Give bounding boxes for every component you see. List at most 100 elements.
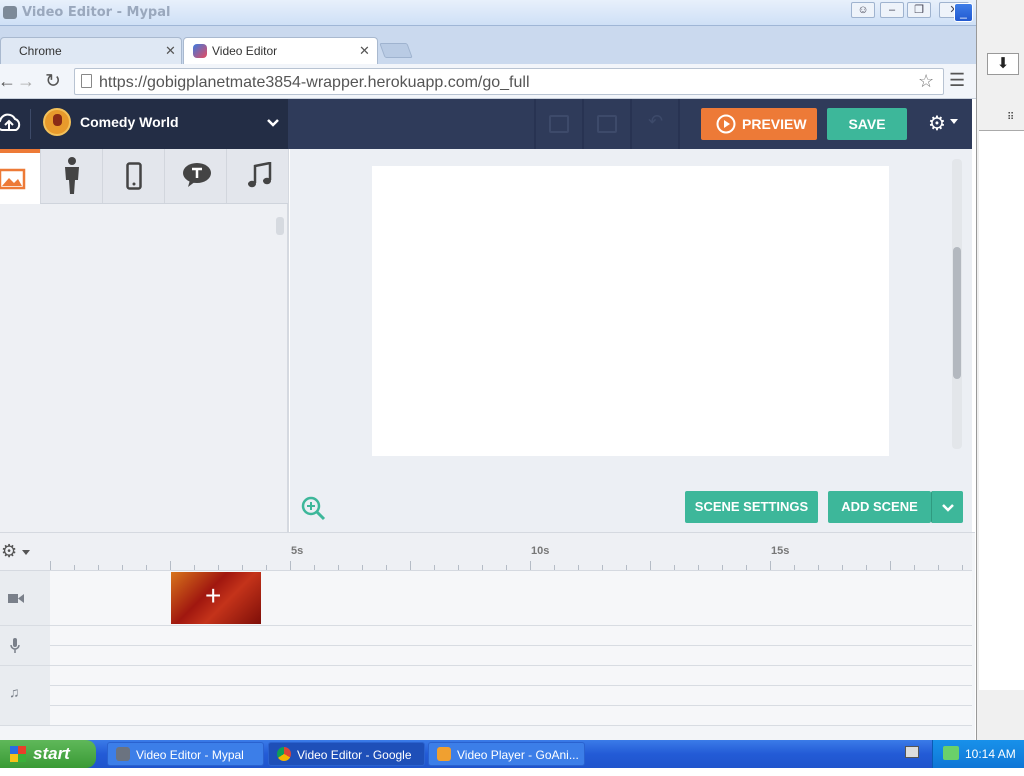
ruler-tick (74, 565, 75, 570)
music-track-3[interactable] (50, 706, 972, 726)
bookmark-star-icon[interactable]: ☆ (918, 71, 934, 92)
ruler-tick (242, 565, 243, 570)
voice-track-2[interactable] (50, 646, 972, 666)
upload-icon[interactable] (0, 111, 22, 135)
tab-backgrounds[interactable] (0, 149, 40, 204)
paste-icon[interactable] (597, 115, 617, 133)
play-icon (716, 114, 736, 134)
taskbar-item-chrome[interactable]: Video Editor - Google ... (268, 742, 425, 776)
music-track-1[interactable] (50, 666, 972, 686)
scene-settings-button[interactable]: SCENE SETTINGS (685, 491, 818, 523)
timeline-ruler[interactable]: 5s 10s 15s (50, 533, 972, 571)
close-icon[interactable]: ✕ (359, 43, 370, 59)
timeline-settings[interactable]: ⚙ (0, 533, 50, 571)
tab-characters[interactable] (40, 149, 102, 203)
prop-icon (126, 162, 142, 190)
music-note-icon: ♫ (9, 684, 20, 700)
divider (630, 99, 632, 149)
video-track[interactable]: + (50, 571, 972, 626)
start-label: start (33, 744, 70, 763)
system-tray: 10:14 AM (932, 740, 1024, 768)
music-track-2[interactable] (50, 686, 972, 706)
add-icon[interactable]: + (205, 582, 221, 610)
ruler-tick (170, 561, 171, 570)
ruler-tick (506, 565, 507, 570)
timeline: ⚙ 5s 10s 15s + ♫ (0, 532, 975, 740)
ruler-tick (794, 565, 795, 570)
gear-icon[interactable]: ⚙ (1, 541, 17, 562)
chevron-down-icon[interactable] (950, 119, 958, 124)
tab-music[interactable] (226, 149, 288, 203)
download-icon[interactable]: ⬇ (987, 53, 1019, 75)
ruler-tick (218, 565, 219, 570)
grip-icon: ⠿ (1007, 112, 1015, 123)
forward-icon[interactable]: → (17, 71, 35, 92)
tab-video-editor[interactable]: Video Editor ✕ (183, 37, 378, 64)
tick-label: 15s (771, 545, 790, 557)
network-icon[interactable] (943, 746, 959, 760)
tab-chrome[interactable]: Chrome ✕ (0, 37, 182, 64)
taskbar-item-video-player[interactable]: Video Player - GoAni... (428, 742, 585, 766)
scrollbar-thumb[interactable] (953, 247, 961, 379)
theme-name: Comedy World (80, 114, 179, 130)
video-track-header (0, 571, 50, 626)
scene-thumbnail[interactable]: + (171, 572, 261, 624)
window-titlebar: Video Editor - Mypal ☺ ‒ ❐ ✕ _ (0, 0, 976, 26)
microphone-icon (10, 638, 20, 653)
taskbar-item-mypal[interactable]: Video Editor - Mypal (107, 742, 264, 766)
app-header: Comedy World ↶ PREVIEW SAVE ⚙ (0, 99, 972, 149)
new-tab-button[interactable] (379, 43, 413, 58)
save-button[interactable]: SAVE (827, 108, 907, 140)
ruler-tick (626, 565, 627, 570)
ruler-tick (362, 565, 363, 570)
theme-selector[interactable]: Comedy World (0, 99, 288, 149)
start-button[interactable]: start (0, 740, 96, 768)
ruler-tick (914, 565, 915, 570)
copy-icon[interactable] (549, 115, 569, 133)
background-pane (979, 130, 1024, 690)
voice-track-header (0, 626, 50, 666)
scrollbar-track[interactable] (952, 159, 962, 449)
scrollbar-thumb[interactable] (276, 217, 284, 235)
reload-icon[interactable]: ↻ (45, 70, 61, 93)
image-icon (0, 168, 26, 190)
video-camera-icon (8, 594, 24, 603)
ruler-tick (530, 561, 531, 570)
preview-button[interactable]: PREVIEW (701, 108, 817, 140)
add-scene-dropdown[interactable] (931, 491, 963, 523)
ruler-tick (674, 565, 675, 570)
profile-icon[interactable]: ☺ (851, 2, 875, 18)
url-text: https://gobigplanetmate3854-wrapper.hero… (99, 74, 530, 91)
undo-icon[interactable]: ↶ (648, 111, 663, 132)
ruler-tick (410, 561, 411, 570)
clock[interactable]: 10:14 AM (965, 747, 1016, 761)
xp-minimize-button[interactable]: _ (954, 3, 973, 22)
tab-text[interactable] (164, 149, 226, 203)
ruler-tick (146, 565, 147, 570)
scene-canvas[interactable] (372, 166, 889, 456)
tab-props[interactable] (102, 149, 164, 203)
address-bar[interactable]: https://gobigplanetmate3854-wrapper.hero… (74, 68, 944, 95)
gear-icon[interactable]: ⚙ (928, 111, 946, 136)
keyboard-icon[interactable] (905, 746, 919, 758)
chevron-down-icon[interactable] (22, 550, 30, 555)
chevron-down-icon[interactable] (266, 118, 280, 128)
restore-button[interactable]: ❐ (907, 2, 931, 18)
divider (678, 99, 680, 149)
voice-track-1[interactable] (50, 626, 972, 646)
window-title: Video Editor - Mypal (22, 5, 171, 20)
close-icon[interactable]: ✕ (165, 43, 176, 59)
chevron-down-icon (942, 504, 954, 512)
mypal-icon (3, 6, 17, 19)
ruler-tick (554, 565, 555, 570)
ruler-tick (482, 565, 483, 570)
minimize-button[interactable]: ‒ (880, 2, 904, 18)
back-icon[interactable]: ← (0, 71, 16, 92)
ruler-tick (722, 565, 723, 570)
ruler-tick (458, 565, 459, 570)
divider (534, 99, 536, 149)
add-scene-button[interactable]: ADD SCENE (828, 491, 931, 523)
mypal-icon (116, 747, 130, 761)
zoom-in-icon[interactable] (300, 495, 326, 521)
menu-icon[interactable]: ☰ (949, 70, 965, 91)
